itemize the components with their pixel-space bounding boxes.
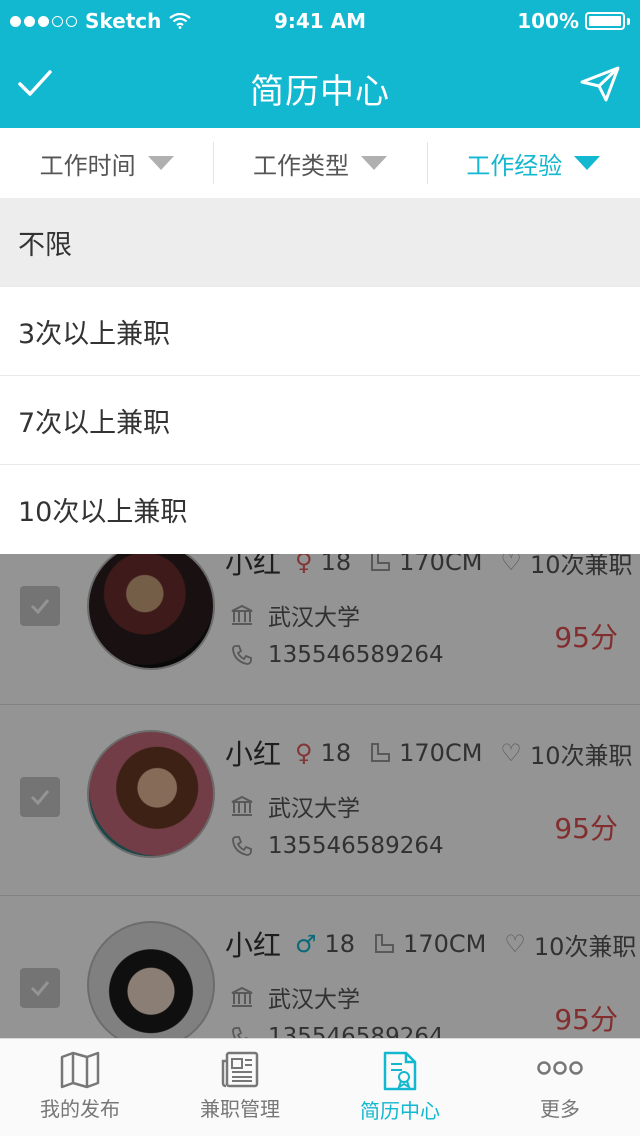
tab-more[interactable]: 更多 bbox=[480, 1039, 640, 1136]
option-3-plus[interactable]: 3次以上兼职 bbox=[0, 287, 640, 376]
tab-label: 兼职管理 bbox=[200, 1097, 280, 1121]
tab-label: 更多 bbox=[540, 1097, 580, 1121]
tab-bar: 我的发布 兼职管理 简历中心 更多 bbox=[0, 1038, 640, 1136]
newspaper-icon bbox=[221, 1051, 259, 1088]
filter-work-type[interactable]: 工作类型 bbox=[213, 128, 426, 198]
filter-label: 工作类型 bbox=[252, 151, 349, 180]
tab-label: 简历中心 bbox=[360, 1099, 440, 1123]
tab-job-management[interactable]: 兼职管理 bbox=[160, 1039, 320, 1136]
battery-icon bbox=[585, 12, 625, 30]
filter-work-time[interactable]: 工作时间 bbox=[0, 128, 213, 198]
battery-status: 100% bbox=[517, 9, 630, 33]
filter-label: 工作经验 bbox=[466, 151, 563, 180]
dim-overlay[interactable] bbox=[0, 552, 640, 1038]
map-icon bbox=[60, 1051, 100, 1089]
dropdown-triangle-icon bbox=[574, 156, 601, 170]
tab-label: 我的发布 bbox=[40, 1097, 120, 1121]
filter-work-experience[interactable]: 工作经验 bbox=[426, 128, 640, 198]
paper-plane-icon[interactable] bbox=[578, 62, 622, 106]
filter-bar: 工作时间 工作类型 工作经验 bbox=[0, 128, 640, 198]
more-icon bbox=[537, 1061, 583, 1075]
nav-bar: 简历中心 bbox=[0, 40, 640, 128]
option-7-plus[interactable]: 7次以上兼职 bbox=[0, 376, 640, 465]
top-bar: Sketch 9:41 AM 100% 简历中心 bbox=[0, 0, 640, 128]
dropdown-triangle-icon bbox=[360, 156, 387, 170]
dropdown-triangle-icon bbox=[147, 156, 174, 170]
option-unlimited[interactable]: 不限 bbox=[0, 198, 640, 287]
battery-percent: 100% bbox=[517, 9, 579, 33]
experience-dropdown: 不限 3次以上兼职 7次以上兼职 10次以上兼职 bbox=[0, 198, 640, 554]
tab-resume-center[interactable]: 简历中心 bbox=[320, 1039, 480, 1136]
status-bar: Sketch 9:41 AM 100% bbox=[0, 0, 640, 40]
option-10-plus[interactable]: 10次以上兼职 bbox=[0, 465, 640, 554]
filter-label: 工作时间 bbox=[39, 151, 136, 180]
resume-icon bbox=[383, 1051, 417, 1091]
tab-my-posts[interactable]: 我的发布 bbox=[0, 1039, 160, 1136]
page-title: 简历中心 bbox=[250, 72, 390, 112]
